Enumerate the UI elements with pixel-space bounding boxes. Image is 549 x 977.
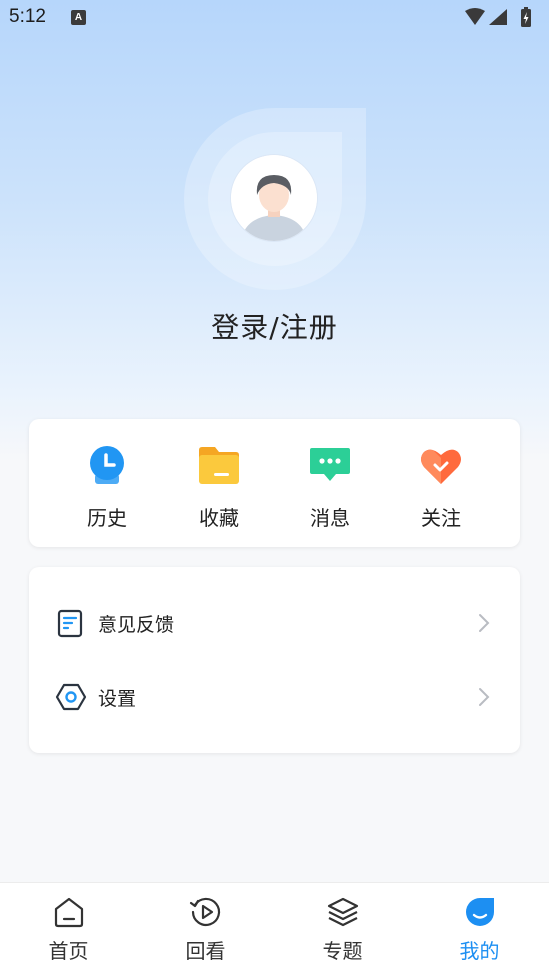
quick-action-favorites[interactable]: 收藏	[164, 419, 274, 547]
bottom-nav: 首页 回看 专题 我的	[0, 882, 549, 977]
chevron-right-icon	[479, 688, 490, 706]
quick-action-label: 消息	[310, 506, 350, 530]
menu-item-label: 设置	[98, 688, 137, 710]
tab-label: 我的	[459, 939, 500, 963]
tab-home[interactable]: 首页	[0, 883, 137, 977]
tab-label: 回看	[185, 939, 226, 963]
status-time: 5:12	[9, 6, 46, 27]
login-register-link[interactable]: 登录/注册	[0, 306, 549, 346]
notification-badge: A	[71, 10, 86, 25]
avatar[interactable]	[231, 155, 317, 241]
tab-label: 专题	[322, 939, 363, 963]
quick-actions-card: 历史 收藏 消息 关注	[29, 419, 520, 547]
profile-icon	[466, 898, 494, 926]
menu-item-settings[interactable]: 设置	[29, 665, 520, 729]
menu-item-feedback[interactable]: 意见反馈	[29, 591, 520, 655]
tab-replay[interactable]: 回看	[137, 883, 274, 977]
default-avatar-icon	[231, 155, 317, 241]
clock-icon	[90, 446, 124, 484]
tab-profile[interactable]: 我的	[411, 883, 548, 977]
feedback-icon	[57, 609, 83, 638]
quick-action-messages[interactable]: 消息	[275, 419, 385, 547]
tab-topics[interactable]: 专题	[274, 883, 411, 977]
quick-action-label: 历史	[87, 506, 127, 530]
quick-action-follow[interactable]: 关注	[386, 419, 496, 547]
chat-bubble-icon	[310, 448, 350, 481]
tab-label: 首页	[48, 939, 89, 963]
menu-item-label: 意见反馈	[98, 614, 175, 636]
chevron-right-icon	[479, 614, 490, 632]
heart-icon	[421, 449, 461, 484]
settings-hexagon-icon	[55, 683, 87, 711]
signal-icon	[489, 9, 507, 25]
quick-action-history[interactable]: 历史	[52, 419, 162, 547]
menu-card: 意见反馈 设置	[29, 567, 520, 753]
folder-icon	[199, 447, 239, 484]
home-icon	[54, 897, 84, 928]
wifi-icon	[465, 8, 485, 25]
status-bar: 5:12 A	[0, 0, 549, 36]
quick-action-label: 收藏	[199, 506, 239, 530]
status-icons	[465, 7, 531, 27]
layers-icon	[327, 897, 359, 927]
replay-icon	[189, 897, 221, 927]
quick-action-label: 关注	[421, 506, 461, 530]
